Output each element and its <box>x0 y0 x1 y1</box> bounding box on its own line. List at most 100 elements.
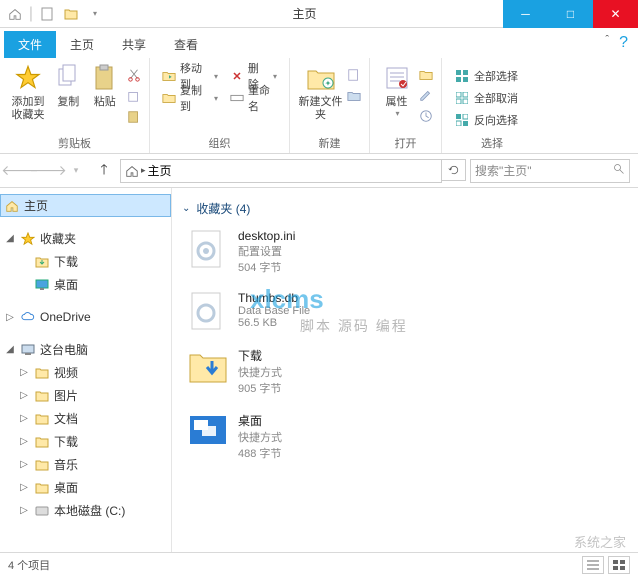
expander-icon[interactable]: ▷ <box>18 390 30 401</box>
paste-button[interactable]: 粘贴 <box>89 62 121 109</box>
tab-view[interactable]: 查看 <box>160 31 212 58</box>
tree-music[interactable]: ▷音乐 <box>0 453 171 476</box>
status-item-count: 4 个项目 <box>8 557 50 573</box>
chevron-down-icon[interactable]: ⌄ <box>182 203 190 214</box>
qat-sep-icon: | <box>28 3 34 25</box>
db-file-icon <box>188 291 228 331</box>
tree-downloads2[interactable]: ▷下载 <box>0 430 171 453</box>
paste-shortcut-icon[interactable] <box>127 110 141 129</box>
history-icon[interactable] <box>419 109 433 128</box>
qat-home-icon[interactable] <box>4 3 26 25</box>
tree-documents[interactable]: ▷文档 <box>0 407 171 430</box>
select-none-button[interactable]: 全部取消 <box>450 88 522 108</box>
nav-recent-dropdown[interactable]: ▾ <box>64 159 88 183</box>
breadcrumb[interactable]: ▸ 主页 <box>120 159 442 183</box>
delete-icon: ✕ <box>230 68 244 84</box>
easy-access-icon[interactable] <box>347 89 361 108</box>
computer-icon <box>20 342 36 358</box>
breadcrumb-home-icon[interactable] <box>125 164 139 178</box>
edit-icon[interactable] <box>419 88 433 107</box>
select-all-button[interactable]: 全部选择 <box>450 66 522 86</box>
file-size: 504 字节 <box>238 259 295 275</box>
chevron-right-icon[interactable]: ▸ <box>141 165 146 176</box>
expander-icon[interactable]: ▷ <box>18 459 30 470</box>
copy-path-icon[interactable] <box>127 89 141 108</box>
copy-button[interactable]: 复制 <box>52 62 84 109</box>
star-icon <box>20 231 36 247</box>
rename-icon <box>230 90 244 106</box>
list-item[interactable]: desktop.ini 配置设置 504 字节 <box>182 225 628 287</box>
file-type: 配置设置 <box>238 243 295 259</box>
select-none-icon <box>454 90 470 106</box>
expander-icon[interactable]: ◢ <box>4 233 16 244</box>
search-placeholder: 搜索"主页" <box>475 162 532 179</box>
invert-selection-button[interactable]: 反向选择 <box>450 110 522 130</box>
refresh-button[interactable] <box>442 159 466 181</box>
expander-icon[interactable]: ▷ <box>18 413 30 424</box>
tab-home[interactable]: 主页 <box>56 31 108 58</box>
new-folder-button[interactable]: ✦ 新建文件夹 <box>298 62 343 122</box>
properties-label: 属性 <box>386 96 408 109</box>
expander-icon[interactable]: ▷ <box>18 436 30 447</box>
file-size: 488 字节 <box>238 445 282 461</box>
new-item-icon[interactable] <box>347 68 361 87</box>
copy-label: 复制 <box>57 96 79 109</box>
tab-share[interactable]: 共享 <box>108 31 160 58</box>
close-button[interactable]: ✕ <box>593 0 638 28</box>
rename-button[interactable]: 重命名 <box>226 88 281 108</box>
tree-favorites[interactable]: ◢收藏夹 <box>0 227 171 250</box>
open-icon[interactable] <box>419 68 433 86</box>
pin-to-favorites-button[interactable]: 添加到收藏夹 <box>8 62 48 122</box>
tree-onedrive[interactable]: ▷OneDrive <box>0 306 171 328</box>
qat-dropdown-icon[interactable]: ▾ <box>84 3 106 25</box>
tree-pictures[interactable]: ▷图片 <box>0 384 171 407</box>
tree-desktop2[interactable]: ▷桌面 <box>0 476 171 499</box>
tree-videos[interactable]: ▷视频 <box>0 361 171 384</box>
desktop-icon <box>34 277 50 293</box>
breadcrumb-root[interactable]: 主页 <box>148 162 172 179</box>
new-folder-icon: ✦ <box>305 62 337 94</box>
copyto-icon <box>162 90 176 106</box>
qat-folder-icon[interactable] <box>60 3 82 25</box>
properties-icon <box>381 62 413 94</box>
expander-icon[interactable]: ▷ <box>18 367 30 378</box>
folder-icon <box>34 411 50 427</box>
nav-up-button[interactable]: 🡑 <box>92 159 116 183</box>
list-item[interactable]: 下载 快捷方式 905 字节 <box>182 343 628 408</box>
expander-icon[interactable]: ▷ <box>18 482 30 493</box>
file-size: 905 字节 <box>238 380 282 396</box>
expander-icon[interactable]: ▷ <box>4 312 16 323</box>
tree-desktop[interactable]: 桌面 <box>0 273 171 296</box>
tree-home[interactable]: 主页 <box>0 194 171 217</box>
list-item[interactable]: 桌面 快捷方式 488 字节 <box>182 408 628 473</box>
folder-icon <box>34 388 50 404</box>
file-list[interactable]: ⌄收藏夹 (4) desktop.ini 配置设置 504 字节 Thumbs.… <box>172 188 638 552</box>
cut-icon[interactable] <box>127 68 141 87</box>
expander-icon[interactable]: ▷ <box>18 505 30 516</box>
tree-localdisk[interactable]: ▷本地磁盘 (C:) <box>0 499 171 522</box>
navigation-tree[interactable]: 主页 ◢收藏夹 下载 桌面 ▷OneDrive ◢这台电脑 ▷视频 ▷图片 ▷文… <box>0 188 172 552</box>
invert-icon <box>454 112 470 128</box>
view-details-button[interactable] <box>582 556 604 574</box>
tree-downloads[interactable]: 下载 <box>0 250 171 273</box>
qat-newdoc-icon[interactable] <box>36 3 58 25</box>
properties-button[interactable]: 属性▾ <box>378 62 415 119</box>
folder-icon <box>34 365 50 381</box>
maximize-button[interactable]: □ <box>548 0 593 28</box>
tree-thispc[interactable]: ◢这台电脑 <box>0 338 171 361</box>
list-item[interactable]: Thumbs.db Data Base File 56.5 KB <box>182 287 628 343</box>
nav-forward-button[interactable]: 🡒 <box>36 159 60 183</box>
ribbon-collapse-icon[interactable]: ˆ <box>605 34 609 52</box>
move-icon <box>162 68 176 84</box>
home-icon <box>4 198 20 214</box>
organize-group-label: 组织 <box>158 133 281 151</box>
expander-icon[interactable]: ◢ <box>4 344 16 355</box>
view-icons-button[interactable] <box>608 556 630 574</box>
tab-file[interactable]: 文件 <box>4 31 56 58</box>
minimize-button[interactable]: ─ <box>503 0 548 28</box>
group-header-favorites[interactable]: ⌄收藏夹 (4) <box>182 196 628 225</box>
search-input[interactable]: 搜索"主页" <box>470 159 630 183</box>
help-icon[interactable]: ? <box>619 34 628 52</box>
copy-to-button[interactable]: 复制到▾ <box>158 88 222 108</box>
new-folder-label: 新建文件夹 <box>298 96 343 122</box>
